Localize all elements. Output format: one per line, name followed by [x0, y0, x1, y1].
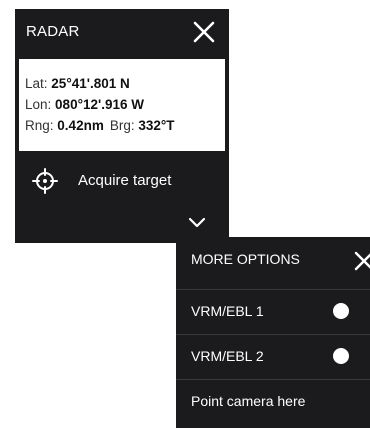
divider [176, 289, 370, 290]
more-options-close-button[interactable] [352, 249, 370, 271]
longitude-row: Lon: 080°12'.916 W [25, 94, 225, 115]
vrm-ebl-2-toggle[interactable] [333, 348, 349, 364]
latitude-row: Lat: 25°41'.801 N [25, 73, 225, 94]
acquire-target-label: Acquire target [78, 172, 172, 189]
option-vrm-ebl-2[interactable]: VRM/EBL 2 [176, 336, 370, 376]
radar-header: RADAR [15, 9, 229, 55]
option-point-camera-here[interactable]: Point camera here [176, 381, 370, 421]
close-button[interactable] [191, 19, 217, 45]
latitude-label: Lat: [25, 76, 48, 91]
bearing-label: Brg: [109, 118, 135, 133]
divider [176, 379, 370, 380]
acquire-target-button[interactable]: Acquire target [15, 157, 229, 205]
option-label: VRM/EBL 2 [191, 348, 264, 364]
more-options-panel: MORE OPTIONS VRM/EBL 1 VRM/EBL 2 Point c… [176, 237, 370, 428]
more-options-header: MORE OPTIONS [176, 237, 370, 281]
range-label: Rng: [25, 118, 54, 133]
option-vrm-ebl-1[interactable]: VRM/EBL 1 [176, 291, 370, 331]
latitude-value: 25°41'.801 N [51, 76, 130, 91]
position-info-box: Lat: 25°41'.801 N Lon: 080°12'.916 W Rng… [19, 59, 225, 151]
bearing-value: 332°T [138, 118, 175, 133]
radar-title: RADAR [26, 23, 80, 40]
option-label: Point camera here [191, 393, 306, 409]
range-value: 0.42nm [57, 118, 104, 133]
radar-panel: RADAR Lat: 25°41'.801 N Lon: 080°12'.916… [15, 9, 229, 243]
range-bearing-row: Rng: 0.42nm Brg: 332°T [25, 115, 225, 136]
longitude-value: 080°12'.916 W [55, 97, 144, 112]
close-icon [354, 251, 370, 271]
chevron-down-icon [188, 217, 206, 228]
close-icon [193, 21, 215, 43]
option-label: VRM/EBL 1 [191, 303, 264, 319]
crosshair-icon [32, 168, 58, 194]
vrm-ebl-1-toggle[interactable] [333, 303, 349, 319]
longitude-label: Lon: [25, 97, 52, 112]
expand-options-button[interactable] [186, 213, 208, 231]
more-options-title: MORE OPTIONS [191, 251, 300, 267]
divider [176, 334, 370, 335]
